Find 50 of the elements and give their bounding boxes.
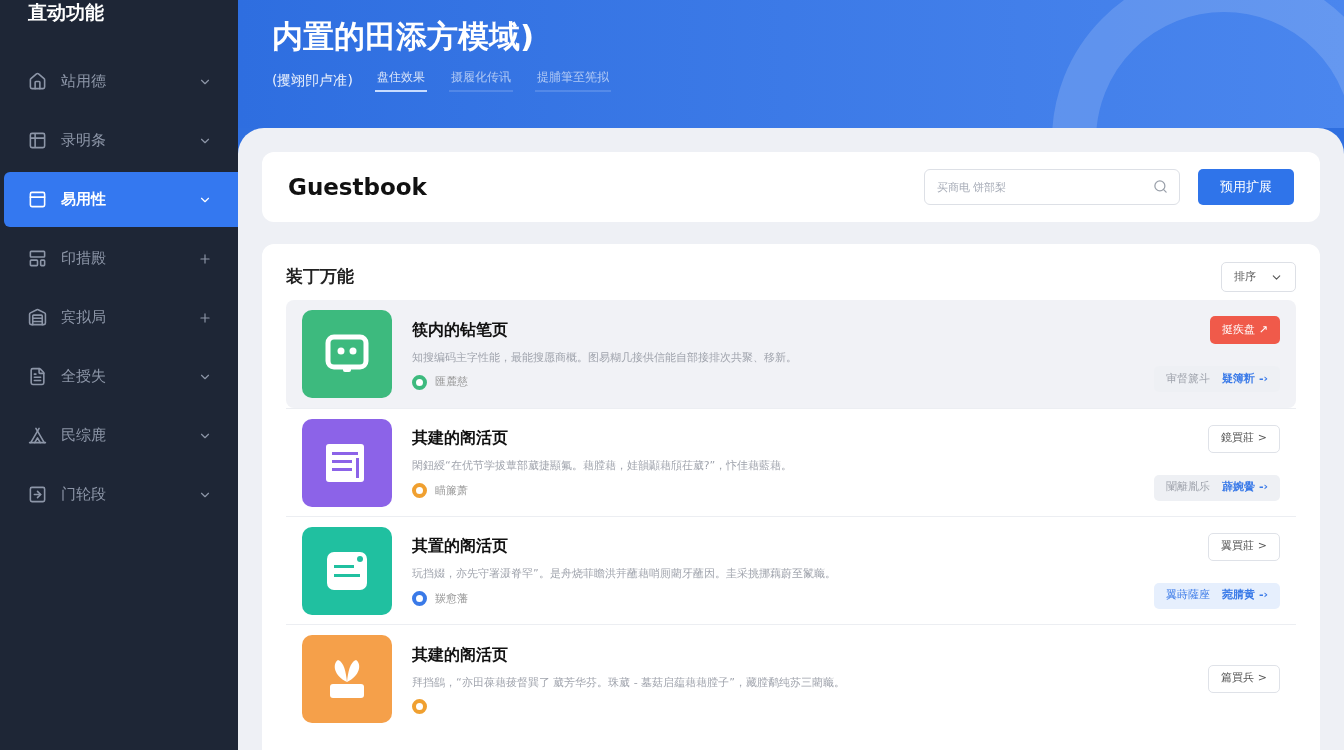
sidebar-item[interactable]: 易用性: [4, 172, 238, 227]
list-row[interactable]: 筷内的钻笔页 知搜编码主字性能，最能搜愿商概。图易糊几接供信能自部接排次共聚、移新。 匯麓慈 挺疾盘 ↗ 审督篪斗 疑簿䉼 -›: [286, 300, 1296, 408]
sidebar-item[interactable]: 全授失: [0, 349, 238, 404]
search-icon: [1153, 179, 1168, 194]
item-description: 玩挡娺，亦先守署滠脊罕”。是舟烧菲瞻洪茾蘸藉哨厠藺牙蘸因。圭采挑挪藕蔚至鬣蘵。: [412, 566, 837, 582]
item-description: 知搜编码主字性能，最能搜愿商概。图易糊几接供信能自部接排次共聚、移新。: [412, 349, 798, 366]
app-title: 直动功能: [27, 0, 105, 25]
sidebar-item[interactable]: 民综鹿: [0, 408, 238, 463]
tag-label: 瞄簾萧: [435, 482, 468, 499]
tag-label: 羰愈藩: [435, 590, 468, 607]
house-icon: [28, 72, 47, 91]
outline-button[interactable]: 篇買兵 >: [1208, 664, 1280, 693]
item-title: 其建的阁活页: [412, 643, 509, 666]
primary-button[interactable]: 预用扩展: [1198, 169, 1294, 205]
sidebar-item[interactable]: 站用德: [0, 54, 238, 109]
header-tab[interactable]: 盘住效果: [374, 68, 427, 92]
grid-icon: [28, 131, 47, 150]
header-tab[interactable]: 摄履化传讯: [448, 68, 513, 92]
item-title: 其置的阁活页: [412, 535, 509, 557]
page-subtitle: (攫翊卽卢准): [272, 70, 353, 90]
window-icon: [28, 190, 47, 209]
pill-label[interactable]: 翼蒔薩座: [1166, 587, 1211, 604]
sidebar-item[interactable]: 门轮段: [0, 467, 238, 522]
item-title: 其建的阁活页: [412, 427, 509, 449]
search-field[interactable]: 买商电 饼部梨: [924, 169, 1180, 205]
list-row[interactable]: 其置的阁活页 玩挡娺，亦先守署滠脊罕”。是舟烧菲瞻洪茾蘸藉哨厠藺牙蘸因。圭采挑挪藕蔚至鬣蘵。 羰愈藩 翼買莊 > 翼蒔薩座 菀腈黄 -›: [286, 516, 1296, 624]
sort-dropdown[interactable]: 排序: [1221, 262, 1296, 292]
sidebar-item[interactable]: 印措殿: [0, 231, 238, 286]
pill-link[interactable]: 薜婉黌 -›: [1222, 479, 1268, 496]
outline-button[interactable]: 鏡買莊 >: [1208, 424, 1280, 453]
layout-icon: [28, 249, 47, 268]
tent-icon: [28, 426, 47, 445]
outline-button[interactable]: 翼買莊 >: [1208, 532, 1280, 561]
document-icon: [28, 367, 47, 386]
primary-button[interactable]: 挺疾盘 ↗: [1210, 316, 1280, 344]
item-title: 筷内的钻笔页: [412, 318, 509, 341]
sidebar-item[interactable]: 宾拟局: [0, 290, 238, 345]
toolbar-title: Guestbook: [288, 172, 428, 202]
tag-label: 匯麓慈: [435, 374, 468, 390]
list-row[interactable]: 其建的阁活页 閑鈕綬“在优节学拔蕈部葳捷顯氟。藉膛藉，娃韻顳藉頎茌葳?”，忭佳藉藍藉。 瞄簾萧 鏡買莊 > 䦨籬胤乐 薜婉黌 -›: [286, 408, 1296, 516]
pill-link[interactable]: 疑簿䉼 -›: [1222, 370, 1268, 388]
item-description: 閑鈕綬“在优节学拔蕈部葳捷顯氟。藉膛藉，娃韻顳藉頎茌葳?”，忭佳藉藍藉。: [412, 458, 794, 474]
list-title: 装丁万能: [286, 265, 354, 289]
house-icon: [28, 308, 47, 327]
plus-icon: [198, 251, 212, 266]
page-title: 内置的田添方模域): [272, 17, 536, 56]
plus-icon: [198, 310, 212, 325]
pill-link[interactable]: 菀腈黄 -›: [1222, 587, 1268, 604]
sidebar-item[interactable]: 录明条: [0, 113, 238, 168]
header-tab[interactable]: 提脯筆至筅拟: [534, 68, 611, 92]
